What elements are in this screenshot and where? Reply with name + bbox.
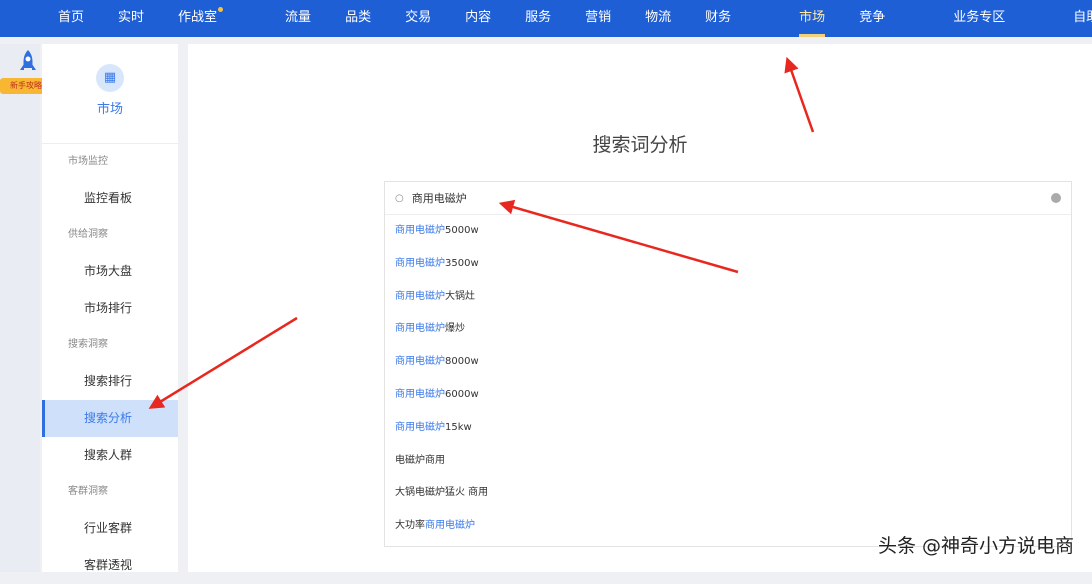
arrow-to-market-tab: [784, 56, 815, 133]
arrow-to-search-analysis: [148, 316, 298, 409]
annotation-arrows: [148, 56, 815, 409]
arrow-to-search-input: [498, 199, 739, 274]
watermark: 头条 @神奇小方说电商: [877, 535, 1074, 557]
